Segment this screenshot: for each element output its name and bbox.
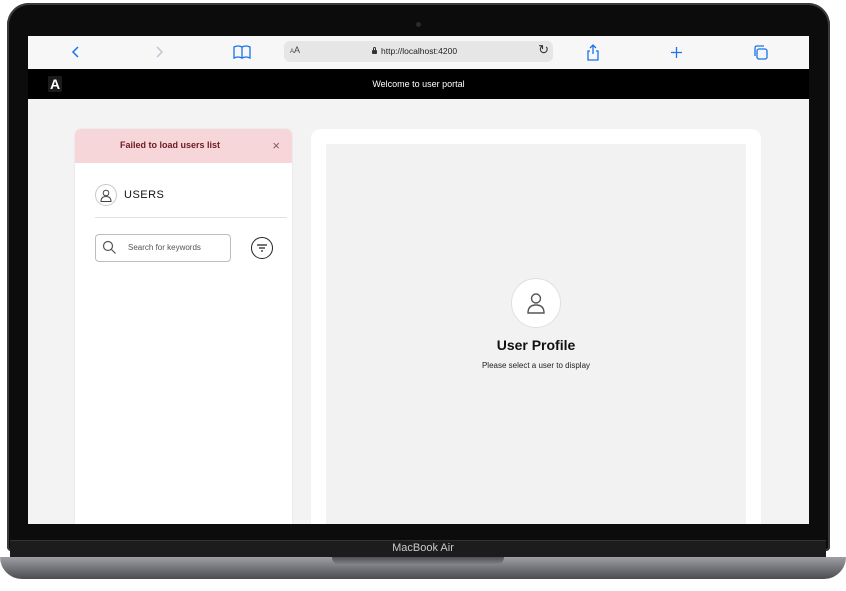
alert-close-button[interactable]: × <box>272 138 280 153</box>
device-model-label: MacBook Air <box>392 542 454 554</box>
back-button[interactable] <box>68 42 84 62</box>
share-button[interactable] <box>585 42 601 62</box>
error-alert: Failed to load users list × <box>75 129 292 163</box>
profile-avatar <box>511 278 561 328</box>
search-box <box>95 234 231 262</box>
user-icon <box>527 293 545 314</box>
chevron-right-icon <box>156 46 164 58</box>
user-icon <box>95 184 117 206</box>
users-header: USERS <box>95 184 164 206</box>
address-bar[interactable]: AA http://localhost:4200 ↻ <box>284 41 553 62</box>
search-icon <box>102 240 116 254</box>
share-icon <box>587 43 599 61</box>
users-heading: USERS <box>124 189 165 201</box>
app-title: Welcome to user portal <box>372 79 465 89</box>
aa-large-label: A <box>294 45 301 55</box>
url-display[interactable]: http://localhost:4200 <box>372 46 457 56</box>
tabs-icon <box>753 44 768 60</box>
url-text: http://localhost:4200 <box>381 46 458 56</box>
reload-icon[interactable]: ↻ <box>538 42 549 58</box>
profile-title: User Profile <box>496 337 576 353</box>
screen: AA http://localhost:4200 ↻ A Welcome to … <box>28 36 809 524</box>
search-input[interactable] <box>128 240 224 255</box>
alert-message: Failed to load users list <box>119 140 221 150</box>
filter-icon <box>257 244 267 252</box>
browser-toolbar: AA http://localhost:4200 ↻ <box>28 36 809 70</box>
profile-panel: User Profile Please select a user to dis… <box>311 129 761 524</box>
filter-button[interactable] <box>251 237 273 259</box>
plus-icon <box>670 46 682 58</box>
book-icon <box>233 45 251 59</box>
chevron-left-icon <box>71 46 79 58</box>
profile-placeholder: User Profile Please select a user to dis… <box>326 144 746 524</box>
forward-button[interactable] <box>151 42 167 62</box>
divider <box>95 217 287 218</box>
bookmarks-button[interactable] <box>232 42 252 62</box>
lock-icon <box>372 47 377 54</box>
new-tab-button[interactable] <box>668 42 684 62</box>
laptop-notch <box>332 557 504 565</box>
app-header: A Welcome to user portal <box>28 69 809 99</box>
profile-subtitle: Please select a user to display <box>481 361 591 370</box>
tabs-button[interactable] <box>751 42 769 62</box>
reader-settings-button[interactable]: AA <box>290 45 300 55</box>
users-panel: Failed to load users list × USERS <box>75 129 292 524</box>
camera <box>416 22 421 27</box>
